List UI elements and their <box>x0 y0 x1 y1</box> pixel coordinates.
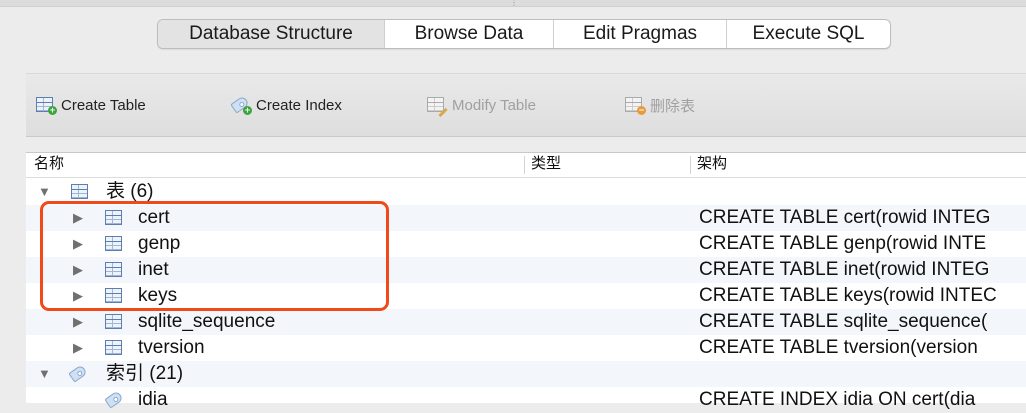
column-header-name[interactable]: 名称 <box>34 153 64 177</box>
expand-arrow-icon[interactable]: ▶ <box>73 205 83 231</box>
table-name: keys <box>138 285 178 306</box>
index-add-icon: + <box>230 95 252 115</box>
table-schema: CREATE TABLE inet(rowid INTEG <box>699 259 990 280</box>
table-name: cert <box>138 207 170 228</box>
table-row[interactable]: ▶ genp CREATE TABLE genp(rowid INTE <box>26 231 1026 257</box>
table-row[interactable]: ▶ inet CREATE TABLE inet(rowid INTEG <box>26 257 1026 283</box>
table-schema: CREATE TABLE sqlite_sequence( <box>699 311 988 332</box>
expand-arrow-icon[interactable]: ▶ <box>73 283 83 309</box>
tree-group-indices[interactable]: ▼ 索引 (21) <box>26 361 1026 387</box>
main-tabs: Database Structure Browse Data Edit Prag… <box>157 19 891 49</box>
table-icon <box>104 286 126 306</box>
create-table-button[interactable]: + Create Table <box>35 94 146 116</box>
create-index-label: Create Index <box>256 96 342 114</box>
create-index-button[interactable]: + Create Index <box>230 94 342 116</box>
table-icon <box>104 208 126 228</box>
table-name: sqlite_sequence <box>138 311 276 332</box>
schema-tree: 名称 类型 架构 ▼ 表 (6) ▶ cert CREATE TABLE cer… <box>26 152 1026 410</box>
create-table-label: Create Table <box>61 96 146 114</box>
table-add-icon: + <box>35 95 57 115</box>
table-schema: CREATE TABLE tversion(version <box>699 337 978 358</box>
structure-toolbar: + Create Table + Create Index Modify Tab… <box>26 73 1026 137</box>
table-name: tversion <box>138 337 205 358</box>
resize-grip[interactable]: ⋮ <box>510 0 518 7</box>
tab-edit-pragmas[interactable]: Edit Pragmas <box>554 20 727 48</box>
tab-execute-sql[interactable]: Execute SQL <box>727 20 890 48</box>
table-delete-icon: − <box>624 95 646 115</box>
table-row[interactable]: ▶ sqlite_sequence CREATE TABLE sqlite_se… <box>26 309 1026 335</box>
modify-table-label: Modify Table <box>452 96 536 114</box>
table-name: inet <box>138 259 169 280</box>
table-schema: CREATE TABLE keys(rowid INTEC <box>699 285 997 306</box>
column-header-type[interactable]: 类型 <box>531 153 561 177</box>
index-name: idia <box>138 389 168 410</box>
delete-table-button[interactable]: − 删除表 <box>624 94 695 116</box>
index-icon <box>104 390 126 410</box>
tree-group-tables[interactable]: ▼ 表 (6) <box>26 179 1026 205</box>
table-row[interactable]: ▶ tversion CREATE TABLE tversion(version <box>26 335 1026 361</box>
index-schema: CREATE INDEX idia ON cert(dia <box>699 389 976 410</box>
expand-arrow-icon[interactable]: ▶ <box>73 257 83 283</box>
table-schema: CREATE TABLE genp(rowid INTE <box>699 233 987 254</box>
table-schema: CREATE TABLE cert(rowid INTEG <box>699 207 991 228</box>
index-group-icon <box>68 364 90 384</box>
table-icon <box>104 312 126 332</box>
table-group-icon <box>70 182 92 202</box>
table-icon <box>104 234 126 254</box>
table-icon <box>104 338 126 358</box>
group-label: 表 (6) <box>106 181 154 202</box>
expand-arrow-icon[interactable]: ▶ <box>73 231 83 257</box>
table-row[interactable]: ▶ cert CREATE TABLE cert(rowid INTEG <box>26 205 1026 231</box>
table-name: genp <box>138 233 181 254</box>
expand-arrow-icon[interactable]: ▶ <box>73 335 83 361</box>
delete-table-label: 删除表 <box>650 97 696 115</box>
collapse-arrow-icon[interactable]: ▼ <box>38 179 51 205</box>
collapse-arrow-icon[interactable]: ▼ <box>38 361 51 387</box>
table-row[interactable]: ▶ keys CREATE TABLE keys(rowid INTEC <box>26 283 1026 309</box>
modify-table-button[interactable]: Modify Table <box>426 94 536 118</box>
tab-browse-data[interactable]: Browse Data <box>385 20 554 48</box>
table-icon <box>104 260 126 280</box>
table-edit-icon <box>426 95 448 118</box>
group-label: 索引 (21) <box>106 363 184 384</box>
tab-database-structure[interactable]: Database Structure <box>158 20 385 48</box>
column-header-schema[interactable]: 架构 <box>697 153 727 177</box>
expand-arrow-icon[interactable]: ▶ <box>73 309 83 335</box>
index-row[interactable]: idia CREATE INDEX idia ON cert(dia <box>26 387 1026 413</box>
tree-header: 名称 类型 架构 <box>26 153 1026 178</box>
